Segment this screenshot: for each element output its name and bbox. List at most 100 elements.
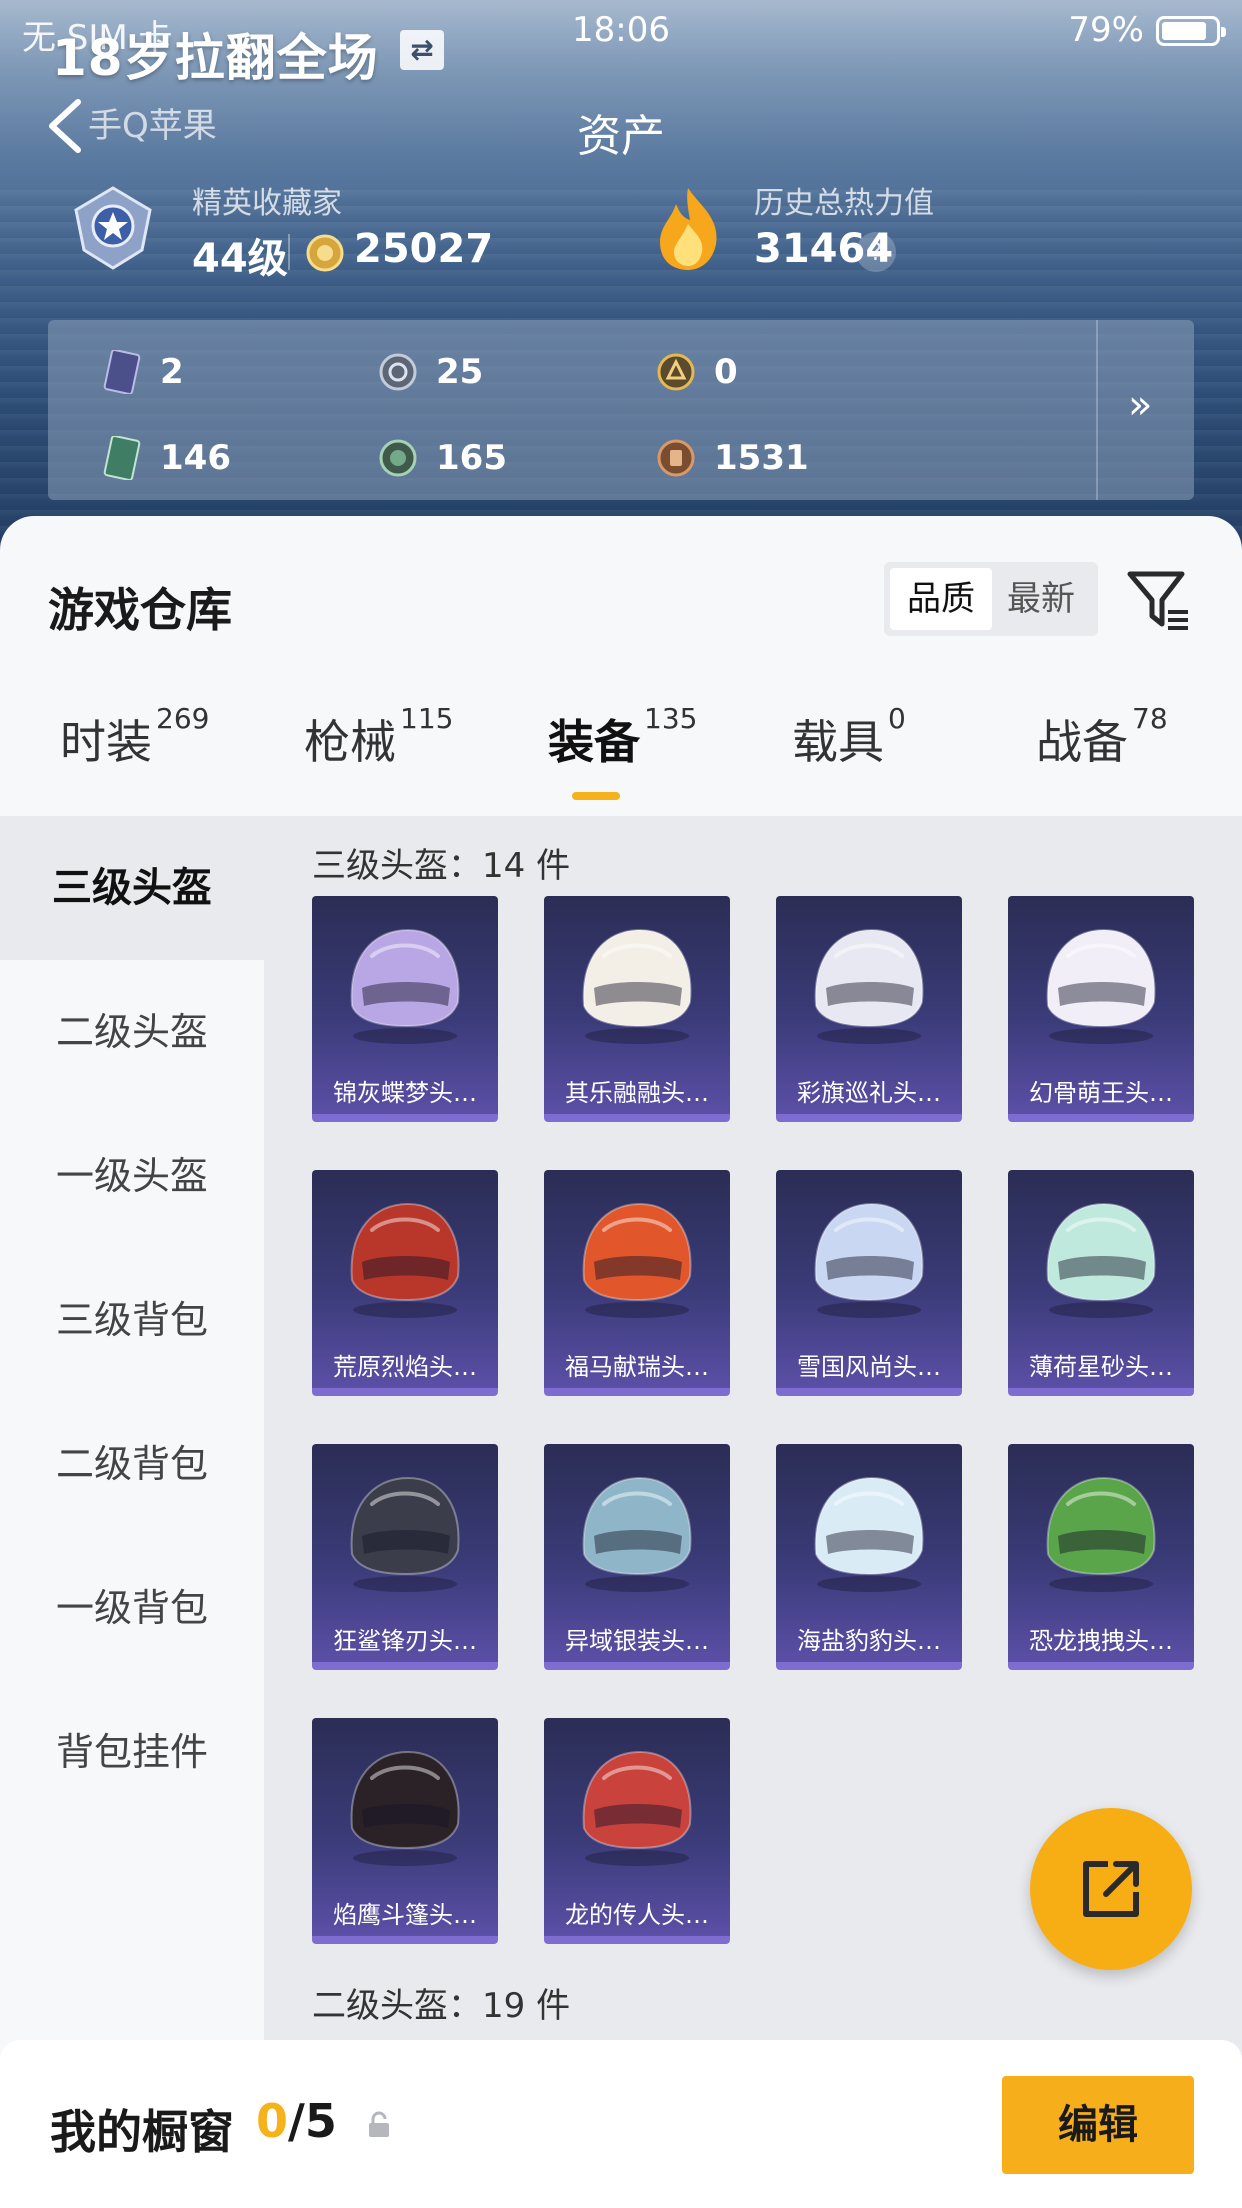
rank-emblem-icon [70, 184, 156, 270]
tab-weapons[interactable]: 枪械 115 [304, 702, 453, 796]
battery-icon [1156, 16, 1226, 46]
showcase-bar: 我的橱窗 0/5 编辑 [0, 2040, 1242, 2208]
helmet-item-card[interactable]: 其乐融融头… [544, 896, 730, 1122]
helmet-icon [1008, 896, 1194, 1074]
filter-icon[interactable] [1124, 566, 1194, 636]
gold-coin-icon [656, 350, 696, 394]
helmet-icon [1008, 1170, 1194, 1348]
tab-label: 战备 [1036, 715, 1128, 769]
item-name: 异域银装头… [565, 1627, 709, 1655]
lock-icon [364, 2110, 394, 2140]
currency-value: 25 [436, 352, 484, 392]
collector-coin-icon [306, 234, 344, 272]
helmet-item-card[interactable]: 焰鹰斗篷头… [312, 1718, 498, 1944]
item-name: 锦灰蝶梦头… [333, 1079, 477, 1107]
bronze-coin-icon [656, 436, 696, 480]
subcategory-sidebar: 三级头盔 二级头盔 一级头盔 三级背包 二级背包 一级背包 背包挂件 [0, 816, 264, 2056]
helmet-item-card[interactable]: 福马献瑞头… [544, 1170, 730, 1396]
item-name: 其乐融融头… [565, 1079, 709, 1107]
helmet-icon [312, 896, 498, 1074]
help-icon[interactable]: ? [856, 232, 896, 272]
sidebar-item-helmet-lv3[interactable]: 三级头盔 [0, 816, 264, 960]
helmet-item-card[interactable]: 荒原烈焰头… [312, 1170, 498, 1396]
item-name: 幻骨萌王头… [1029, 1079, 1173, 1107]
sort-option-quality[interactable]: 品质 [890, 568, 992, 630]
rank-level: 44级 [192, 236, 288, 282]
battery-percent: 79% [1068, 10, 1144, 50]
helmet-item-card[interactable]: 狂鲨锋刃头… [312, 1444, 498, 1670]
collector-points: 25027 [354, 226, 494, 272]
active-tab-indicator [572, 792, 620, 800]
currency-value: 0 [714, 352, 738, 392]
player-name: 18岁拉翻全场 [52, 29, 379, 87]
helmet-item-card[interactable]: 恐龙拽拽头… [1008, 1444, 1194, 1670]
tab-count: 115 [400, 702, 454, 735]
item-name: 彩旗巡礼头… [797, 1079, 941, 1107]
heat-block[interactable]: 历史总热力值 31464 ? [650, 178, 1210, 278]
item-name: 焰鹰斗篷头… [333, 1901, 477, 1929]
tab-vehicles[interactable]: 载具 0 [792, 702, 906, 796]
sidebar-item-helmet-lv1[interactable]: 一级头盔 [0, 1104, 264, 1248]
helmet-icon [544, 1718, 730, 1896]
tab-label: 枪械 [304, 715, 396, 769]
item-name: 雪国风尚头… [797, 1353, 941, 1381]
item-name: 狂鲨锋刃头… [333, 1627, 477, 1655]
helmet-item-card[interactable]: 龙的传人头… [544, 1718, 730, 1944]
sort-toggle[interactable]: 品质 最新 [884, 562, 1098, 636]
helmet-icon [544, 1170, 730, 1348]
helmet-icon [776, 896, 962, 1074]
section-heading: 三级头盔：14 件 [312, 846, 571, 886]
helmet-icon [776, 1444, 962, 1622]
rank-title: 精英收藏家 [192, 186, 342, 221]
sidebar-item-helmet-lv2[interactable]: 二级头盔 [0, 960, 264, 1104]
item-name: 恐龙拽拽头… [1029, 1627, 1173, 1655]
helmet-item-card[interactable]: 幻骨萌王头… [1008, 896, 1194, 1122]
tab-equipment[interactable]: 装备 135 [548, 702, 697, 796]
purple-card-icon [102, 349, 142, 395]
more-arrows-icon[interactable]: » [1128, 382, 1152, 428]
helmet-icon [776, 1170, 962, 1348]
helmet-item-card[interactable]: 雪国风尚头… [776, 1170, 962, 1396]
green-card-icon [102, 435, 142, 481]
heat-title: 历史总热力值 [754, 186, 934, 221]
showcase-count: 0/5 [256, 2094, 337, 2148]
sidebar-item-backpack-lv2[interactable]: 二级背包 [0, 1392, 264, 1536]
helmet-icon [1008, 1444, 1194, 1622]
tab-label: 时装 [60, 715, 152, 769]
sidebar-item-backpack-charm[interactable]: 背包挂件 [0, 1680, 264, 1824]
helmet-item-card[interactable]: 异域银装头… [544, 1444, 730, 1670]
tab-fashion[interactable]: 时装 269 [60, 702, 209, 796]
tab-count: 269 [156, 702, 210, 735]
currency-value: 2 [160, 352, 184, 392]
sidebar-item-backpack-lv3[interactable]: 三级背包 [0, 1248, 264, 1392]
helmet-icon [544, 896, 730, 1074]
helmet-item-card[interactable]: 锦灰蝶梦头… [312, 896, 498, 1122]
helmet-icon [544, 1444, 730, 1622]
helmet-icon [312, 1444, 498, 1622]
sort-option-newest[interactable]: 最新 [990, 568, 1092, 630]
helmet-item-card[interactable]: 海盐豹豹头… [776, 1444, 962, 1670]
tab-count: 135 [644, 702, 698, 735]
tab-count: 0 [888, 702, 906, 735]
silver-coin-icon [378, 350, 418, 394]
item-name: 荒原烈焰头… [333, 1353, 477, 1381]
share-fab[interactable] [1030, 1808, 1192, 1970]
edit-button[interactable]: 编辑 [1002, 2076, 1194, 2174]
swap-account-icon[interactable]: ⇄ [400, 30, 444, 70]
item-name: 薄荷星砂头… [1029, 1353, 1173, 1381]
showcase-label: 我的橱窗 [50, 2105, 234, 2159]
currency-value: 146 [160, 438, 231, 478]
tab-gear[interactable]: 战备 78 [1036, 702, 1168, 796]
section-heading: 二级头盔：19 件 [312, 1986, 571, 2026]
sidebar-item-backpack-lv1[interactable]: 一级背包 [0, 1536, 264, 1680]
helmet-item-card[interactable]: 彩旗巡礼头… [776, 896, 962, 1122]
rank-block[interactable]: 精英收藏家 44级 25027 [70, 178, 630, 282]
helmet-item-card[interactable]: 薄荷星砂头… [1008, 1170, 1194, 1396]
page-title: 资产 [577, 111, 665, 162]
tab-label: 载具 [792, 715, 884, 769]
currency-value: 1531 [714, 438, 809, 478]
tab-label: 装备 [548, 715, 640, 769]
helmet-icon [312, 1718, 498, 1896]
currency-panel[interactable]: 2 25 0 146 165 1531 » [48, 320, 1194, 500]
warehouse-title: 游戏仓库 [48, 583, 232, 637]
